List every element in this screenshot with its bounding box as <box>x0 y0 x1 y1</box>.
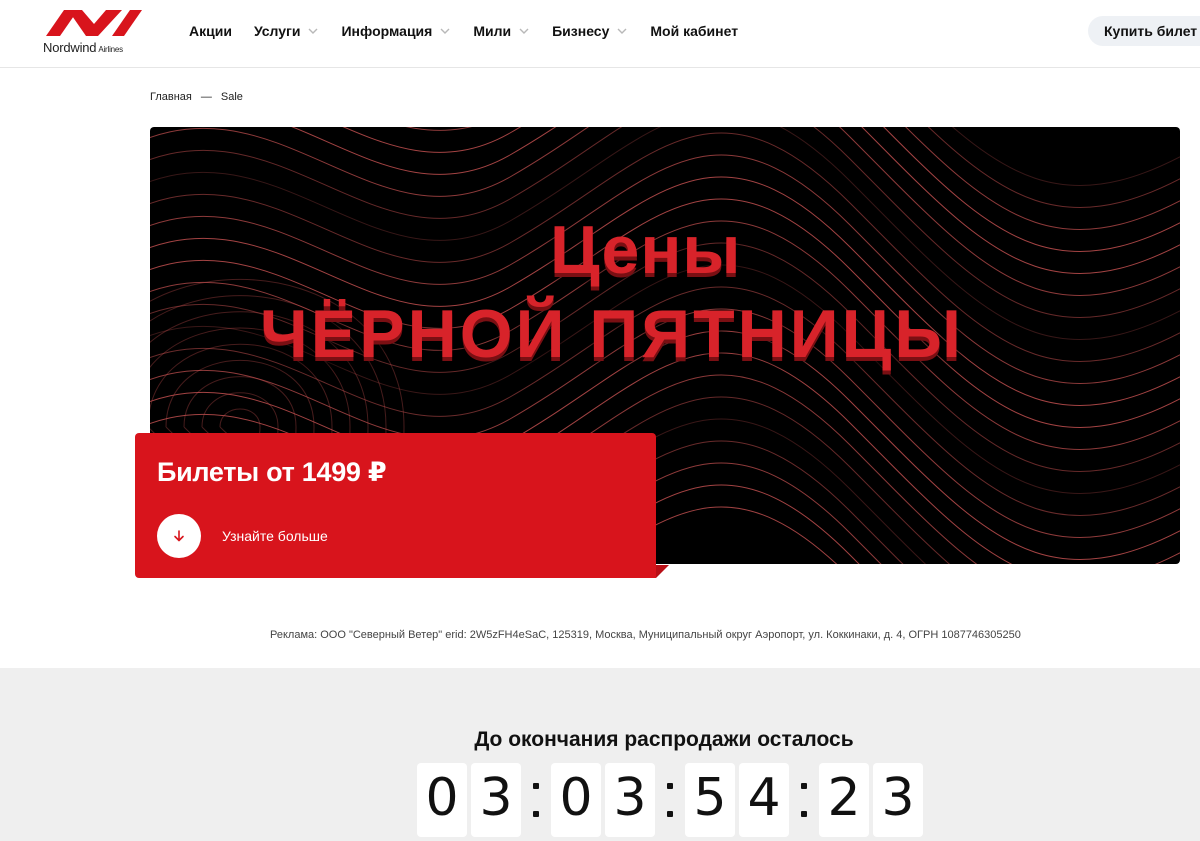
site-header: Nordwind Airlines Акции Услуги Информация Ми… <box>0 0 1200 68</box>
banner-line-2: ЧЁРНОЙ ПЯТНИЦЫ <box>260 296 964 372</box>
nav-item-4[interactable]: Бизнесу <box>552 23 628 39</box>
countdown-title: До окончания распродажи осталось <box>474 728 854 751</box>
learn-more-link[interactable]: Узнайте больше <box>157 514 328 558</box>
logo-sub: Airlines <box>98 45 123 54</box>
nav-item-5[interactable]: Мой кабинет <box>650 23 738 39</box>
logo-mark-icon <box>46 10 142 36</box>
promo-card-tail <box>656 565 669 578</box>
countdown-digit: 2 <box>819 763 869 837</box>
nav-item-label: Услуги <box>253 23 301 39</box>
countdown-timer: 03035423 <box>417 763 927 837</box>
countdown-digit: 3 <box>605 763 655 837</box>
nav-item-3[interactable]: Мили <box>473 23 530 39</box>
breadcrumb-home-link[interactable]: Главная <box>150 91 192 103</box>
ad-disclaimer: Реклама: ООО "Северный Ветер" erid: 2W5z… <box>270 629 1021 641</box>
banner-line-1: Цены <box>550 212 742 288</box>
countdown-section: До окончания распродажи осталось 0303542… <box>0 668 1200 841</box>
chevron-down-icon <box>617 28 627 34</box>
promo-card: Билеты от 1499 ₽ Узнайте больше <box>135 433 656 578</box>
breadcrumb: Главная — Sale <box>150 91 243 103</box>
chevron-down-icon <box>440 28 450 34</box>
nav-item-label: Мили <box>473 23 512 39</box>
countdown-digit: 5 <box>685 763 735 837</box>
buy-ticket-button[interactable]: Купить билет <box>1088 16 1200 46</box>
countdown-digit: 0 <box>417 763 467 837</box>
countdown-digit: 0 <box>551 763 601 837</box>
arrow-down-icon[interactable] <box>157 514 201 558</box>
countdown-colon <box>661 763 679 837</box>
countdown-digit: 4 <box>739 763 789 837</box>
nav-item-label: Акции <box>189 23 232 39</box>
nordwind-logo[interactable]: Nordwind Airlines <box>42 8 146 58</box>
countdown-digit: 3 <box>471 763 521 837</box>
nav-item-0[interactable]: Акции <box>189 23 232 39</box>
nav-item-label: Мой кабинет <box>650 23 739 39</box>
chevron-down-icon <box>519 28 529 34</box>
promo-title: Билеты от 1499 ₽ <box>157 457 387 487</box>
nav-item-label: Информация <box>341 23 433 39</box>
breadcrumb-current: Sale <box>220 91 243 103</box>
learn-more-label[interactable]: Узнайте больше <box>222 528 328 544</box>
logo-word: Nordwind <box>43 40 97 55</box>
countdown-digit: 3 <box>873 763 923 837</box>
nav-item-2[interactable]: Информация <box>341 23 451 39</box>
countdown-colon <box>795 763 813 837</box>
nav-item-1[interactable]: Услуги <box>254 23 320 39</box>
chevron-down-icon <box>308 28 318 34</box>
logo-wordmark: Nordwind Airlines <box>43 40 123 55</box>
breadcrumb-separator: — <box>200 91 212 103</box>
main-nav: Акции Услуги Информация Мили Бизнесу Мой каби… <box>189 22 760 40</box>
countdown-colon <box>527 763 545 837</box>
nav-item-label: Бизнесу <box>552 23 610 39</box>
